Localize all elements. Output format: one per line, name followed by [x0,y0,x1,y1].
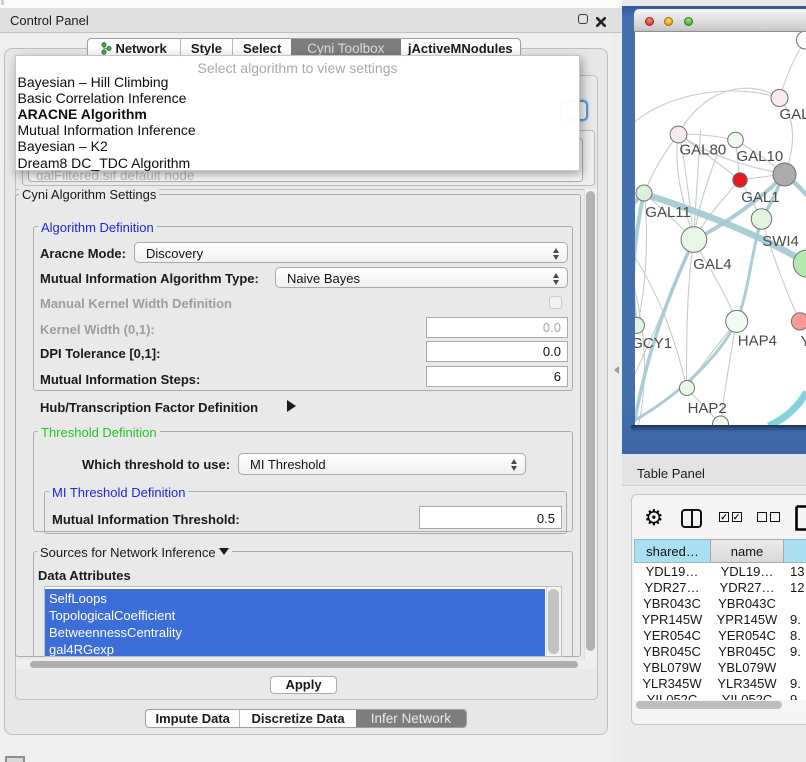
svg-text:GCY1: GCY1 [635,335,672,352]
svg-text:GAL1: GAL1 [741,189,779,206]
svg-text:Y: Y [800,333,806,350]
svg-text:HAP4: HAP4 [737,333,776,350]
svg-text:GAL80: GAL80 [679,142,726,159]
svg-text:SWI4: SWI4 [762,233,799,250]
svg-text:GAL: GAL [779,106,806,123]
svg-text:GAL4: GAL4 [693,256,731,273]
svg-text:GAL11: GAL11 [645,204,691,221]
svg-text:GAL10: GAL10 [736,148,783,165]
svg-text:HAP2: HAP2 [687,400,726,417]
